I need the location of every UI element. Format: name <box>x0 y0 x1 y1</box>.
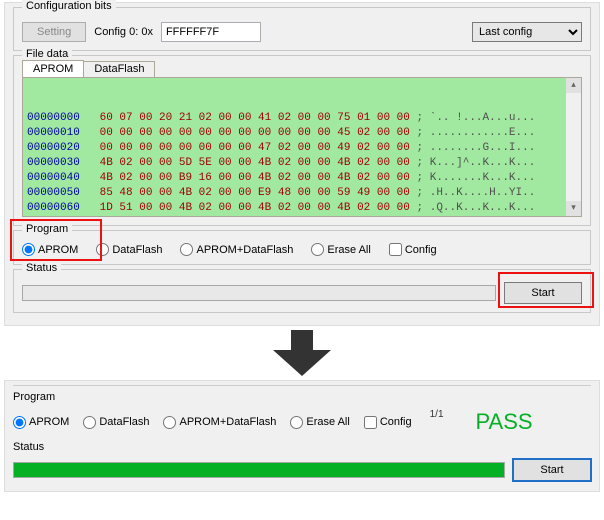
radio-dataflash-b[interactable]: DataFlash <box>83 416 149 429</box>
highlight-program-aprom <box>10 219 102 261</box>
hex-row: 00000050 85 48 00 00 4B 02 00 00 E9 48 0… <box>27 186 577 201</box>
program-group-bottom: Program APROM DataFlash APROM+DataFlash … <box>13 391 591 435</box>
program-group-top: Program APROM DataFlash APROM+DataFlash … <box>13 230 591 265</box>
setting-button[interactable]: Setting <box>22 22 86 42</box>
tab-aprom[interactable]: APROM <box>22 60 84 77</box>
radio-aprom-b[interactable]: APROM <box>13 416 69 429</box>
hex-row: 00000020 00 00 00 00 00 00 00 00 47 02 0… <box>27 141 577 156</box>
status-group-bottom: Status Start <box>13 441 591 481</box>
progress-bar-bottom <box>13 462 505 478</box>
hex-row: 00000000 60 07 00 20 21 02 00 00 41 02 0… <box>27 111 577 126</box>
hex-row: 00000010 00 00 00 00 00 00 00 00 00 00 0… <box>27 126 577 141</box>
tab-dataflash[interactable]: DataFlash <box>83 61 155 78</box>
progress-bar-top <box>22 285 496 301</box>
radio-aprom-dataflash-b[interactable]: APROM+DataFlash <box>163 416 276 429</box>
scroll-down-icon[interactable]: ▾ <box>566 201 581 216</box>
program-label-bottom: Program <box>13 391 591 403</box>
highlight-start-button <box>498 272 594 308</box>
arrow-down-icon <box>0 330 604 376</box>
pass-label: PASS <box>476 409 533 435</box>
file-data-group: File data APROM DataFlash 00000000 60 07… <box>13 55 591 226</box>
progress-counter: 1/1 <box>430 409 444 420</box>
hex-scrollbar[interactable]: ▴ ▾ <box>565 78 581 216</box>
check-config[interactable]: Config <box>389 243 437 256</box>
radio-dataflash[interactable]: DataFlash <box>96 243 162 256</box>
hex-row: 00000070 4B 02 00 00 4B 02 00 00 4B 02 0… <box>27 216 577 217</box>
config-bits-group: Configuration bits Setting Config 0: 0x … <box>13 7 591 51</box>
config0-label: Config 0: 0x <box>94 26 153 38</box>
radio-erase-all[interactable]: Erase All <box>311 243 370 256</box>
status-group-top: Status Start <box>13 269 591 313</box>
radio-aprom-dataflash[interactable]: APROM+DataFlash <box>180 243 293 256</box>
scroll-up-icon[interactable]: ▴ <box>566 78 581 93</box>
hex-viewer[interactable]: 00000000 60 07 00 20 21 02 00 00 41 02 0… <box>22 77 582 217</box>
config-bits-label: Configuration bits <box>22 0 116 12</box>
progress-fill-bottom <box>14 463 504 477</box>
hex-row: 00000040 4B 02 00 00 B9 16 00 00 4B 02 0… <box>27 171 577 186</box>
config-history-select[interactable]: Last config <box>472 22 582 42</box>
radio-erase-all-b[interactable]: Erase All <box>290 416 349 429</box>
hex-row: 00000060 1D 51 00 00 4B 02 00 00 4B 02 0… <box>27 201 577 216</box>
status-label-bottom: Status <box>13 441 591 453</box>
file-data-label: File data <box>22 48 72 60</box>
start-button-bottom[interactable]: Start <box>513 459 591 481</box>
check-config-b[interactable]: Config <box>364 416 412 429</box>
hex-row: 00000030 4B 02 00 00 5D 5E 00 00 4B 02 0… <box>27 156 577 171</box>
status-label: Status <box>22 262 61 274</box>
config0-value-input[interactable] <box>161 22 261 42</box>
